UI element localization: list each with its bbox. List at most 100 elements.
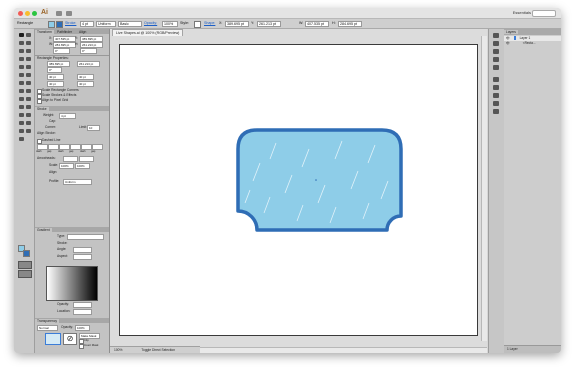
appearance-icon[interactable] <box>493 85 499 90</box>
tab-transform[interactable]: Transform <box>35 29 54 34</box>
layer-name[interactable]: Layer 1 <box>520 36 531 40</box>
stroke-weight-input[interactable]: 4 pt <box>59 113 76 119</box>
drawing-mode-icon[interactable] <box>18 261 32 269</box>
document-window: Live Shapes.ai @ 100% (RGB/Preview) 100%… <box>110 29 487 353</box>
gap-label: gap <box>69 150 74 153</box>
stroke-swatch[interactable] <box>56 20 63 28</box>
opacity-field[interactable]: 100% <box>162 21 178 27</box>
graphic-styles-icon[interactable] <box>493 77 499 82</box>
corner-top-left-field[interactable]: 40 pt <box>47 74 64 80</box>
tab-layers[interactable]: Layers <box>504 29 518 34</box>
transparency-opacity-field[interactable]: 100% <box>75 325 90 331</box>
stroke-color-swatch[interactable] <box>23 250 30 257</box>
collapsed-panels-dock <box>488 29 505 353</box>
corner-top-right-field[interactable]: 40 pt <box>77 74 94 80</box>
vertical-scrollbar[interactable] <box>481 36 487 341</box>
zoom-tool-icon[interactable] <box>18 136 30 142</box>
layer-count: 1 Layer <box>507 347 518 351</box>
paragraph-icon[interactable] <box>493 101 499 106</box>
title-bar: Ai Essentials <box>14 8 561 19</box>
transparency-panel-tabs: Transparency <box>35 318 109 323</box>
document-tab[interactable]: Live Shapes.ai @ 100% (RGB/Preview) <box>112 29 184 36</box>
tab-pathfinder[interactable]: Pathfinder <box>57 30 72 34</box>
gradient-location-field[interactable] <box>73 309 92 315</box>
close-window-icon[interactable] <box>18 10 23 16</box>
bridge-icon[interactable] <box>56 10 62 16</box>
opacity-link[interactable]: Opacity: <box>144 21 157 25</box>
rectangle-properties-label: Rectangle Properties: <box>37 56 69 60</box>
scale-strokes-label: Scale Strokes & Effects <box>42 93 77 97</box>
screen-mode-icon[interactable] <box>18 270 32 278</box>
rect-height-field[interactable]: 261.213 pt <box>77 61 100 67</box>
profile-select[interactable]: Uniform <box>63 179 92 185</box>
arrow-scale-start-field[interactable]: 100% <box>59 163 74 169</box>
invert-mask-label: Invert Mask <box>84 343 99 347</box>
shear-field[interactable]: 0° <box>80 48 97 54</box>
angle-field[interactable]: 0° <box>53 48 70 54</box>
blend-mode-select[interactable]: Normal <box>37 325 58 331</box>
visibility-eye-icon[interactable]: 👁 <box>506 36 510 40</box>
brush-select[interactable]: Basic <box>118 21 142 27</box>
sublayer-row[interactable]: 👁 <Recta... <box>504 41 561 46</box>
color-guide-icon[interactable] <box>493 41 499 46</box>
tab-transparency[interactable]: Transparency <box>35 318 60 323</box>
symbols-icon[interactable] <box>493 65 499 70</box>
tab-stroke[interactable]: Stroke <box>35 106 49 111</box>
dash-label: dash <box>80 150 86 153</box>
gradient-opacity-field[interactable] <box>73 302 92 308</box>
scale-corners-label: Scale Rectangle Corners <box>42 88 79 92</box>
zoom-window-icon[interactable] <box>32 10 37 16</box>
color-panel-icon[interactable] <box>493 33 499 38</box>
corner-bottom-left-field[interactable]: 40 pt <box>47 81 64 87</box>
stroke-label-link[interactable]: Stroke: <box>65 21 76 25</box>
sublayer-name[interactable]: <Recta... <box>523 41 536 45</box>
search-help-input[interactable] <box>532 10 556 17</box>
visibility-eye-icon[interactable]: 👁 <box>506 41 510 45</box>
tab-align[interactable]: Align <box>79 30 86 34</box>
status-bar: 100% Toggle Direct Selection <box>110 346 200 353</box>
y-field[interactable]: 261.213 pt <box>257 21 281 27</box>
profile-select[interactable]: Uniform <box>96 21 116 27</box>
artboard[interactable] <box>119 44 478 336</box>
w-field[interactable]: 407.535 pt <box>305 21 329 27</box>
graphic-style-swatch[interactable] <box>194 20 201 28</box>
gradient-slider[interactable] <box>46 266 98 301</box>
gradient-aspect-field[interactable] <box>73 254 92 260</box>
stroke-weight-field[interactable]: 4 pt <box>80 21 94 27</box>
character-icon[interactable] <box>493 93 499 98</box>
illustrator-window: Ai Essentials Rectangle Stroke: 4 pt Uni… <box>14 8 561 353</box>
arrow-align-label: Align: <box>49 170 58 174</box>
arrow-scale-end-field[interactable]: 100% <box>75 163 90 169</box>
arrange-documents-icon[interactable] <box>66 10 72 16</box>
horizontal-scrollbar[interactable] <box>200 347 487 353</box>
opentype-icon[interactable] <box>493 109 499 114</box>
x-field[interactable]: 389.695 pt <box>225 21 249 27</box>
align-pixel-label: Align to Pixel Grid <box>42 98 69 102</box>
miter-limit-field[interactable]: 10 <box>87 125 100 131</box>
canvas-artwork <box>236 128 403 232</box>
swatches-icon[interactable] <box>493 49 499 54</box>
tab-gradient[interactable]: Gradient <box>35 227 52 232</box>
brushes-icon[interactable] <box>493 57 499 62</box>
fill-swatch[interactable] <box>48 20 55 28</box>
status-tool-readout[interactable]: Toggle Direct Selection <box>141 348 175 352</box>
gradient-type-select[interactable] <box>67 234 104 240</box>
zoom-level[interactable]: 100% <box>114 348 122 352</box>
tools-panel <box>14 29 35 353</box>
rect-angle-field[interactable]: 0° <box>47 67 62 73</box>
live-shape-rectangle[interactable] <box>236 128 403 232</box>
shape-link[interactable]: Shape: <box>204 21 215 25</box>
object-thumbnail[interactable] <box>45 333 61 345</box>
end-arrowhead-select[interactable] <box>79 156 94 162</box>
shape-center-point[interactable] <box>315 179 317 181</box>
profile-label: Profile: <box>49 179 60 183</box>
transform-panel-tabs: Transform Pathfinder Align <box>35 29 109 34</box>
minimize-window-icon[interactable] <box>25 10 30 16</box>
workspace-switcher[interactable]: Essentials <box>513 10 531 15</box>
h-field[interactable]: 284.695 pt <box>338 21 362 27</box>
dash-label: dash <box>58 150 64 153</box>
gradient-angle-field[interactable] <box>73 247 92 253</box>
corner-bottom-right-field[interactable]: 40 pt <box>77 81 94 87</box>
h-label: H: <box>332 21 336 25</box>
start-arrowhead-select[interactable] <box>63 156 78 162</box>
